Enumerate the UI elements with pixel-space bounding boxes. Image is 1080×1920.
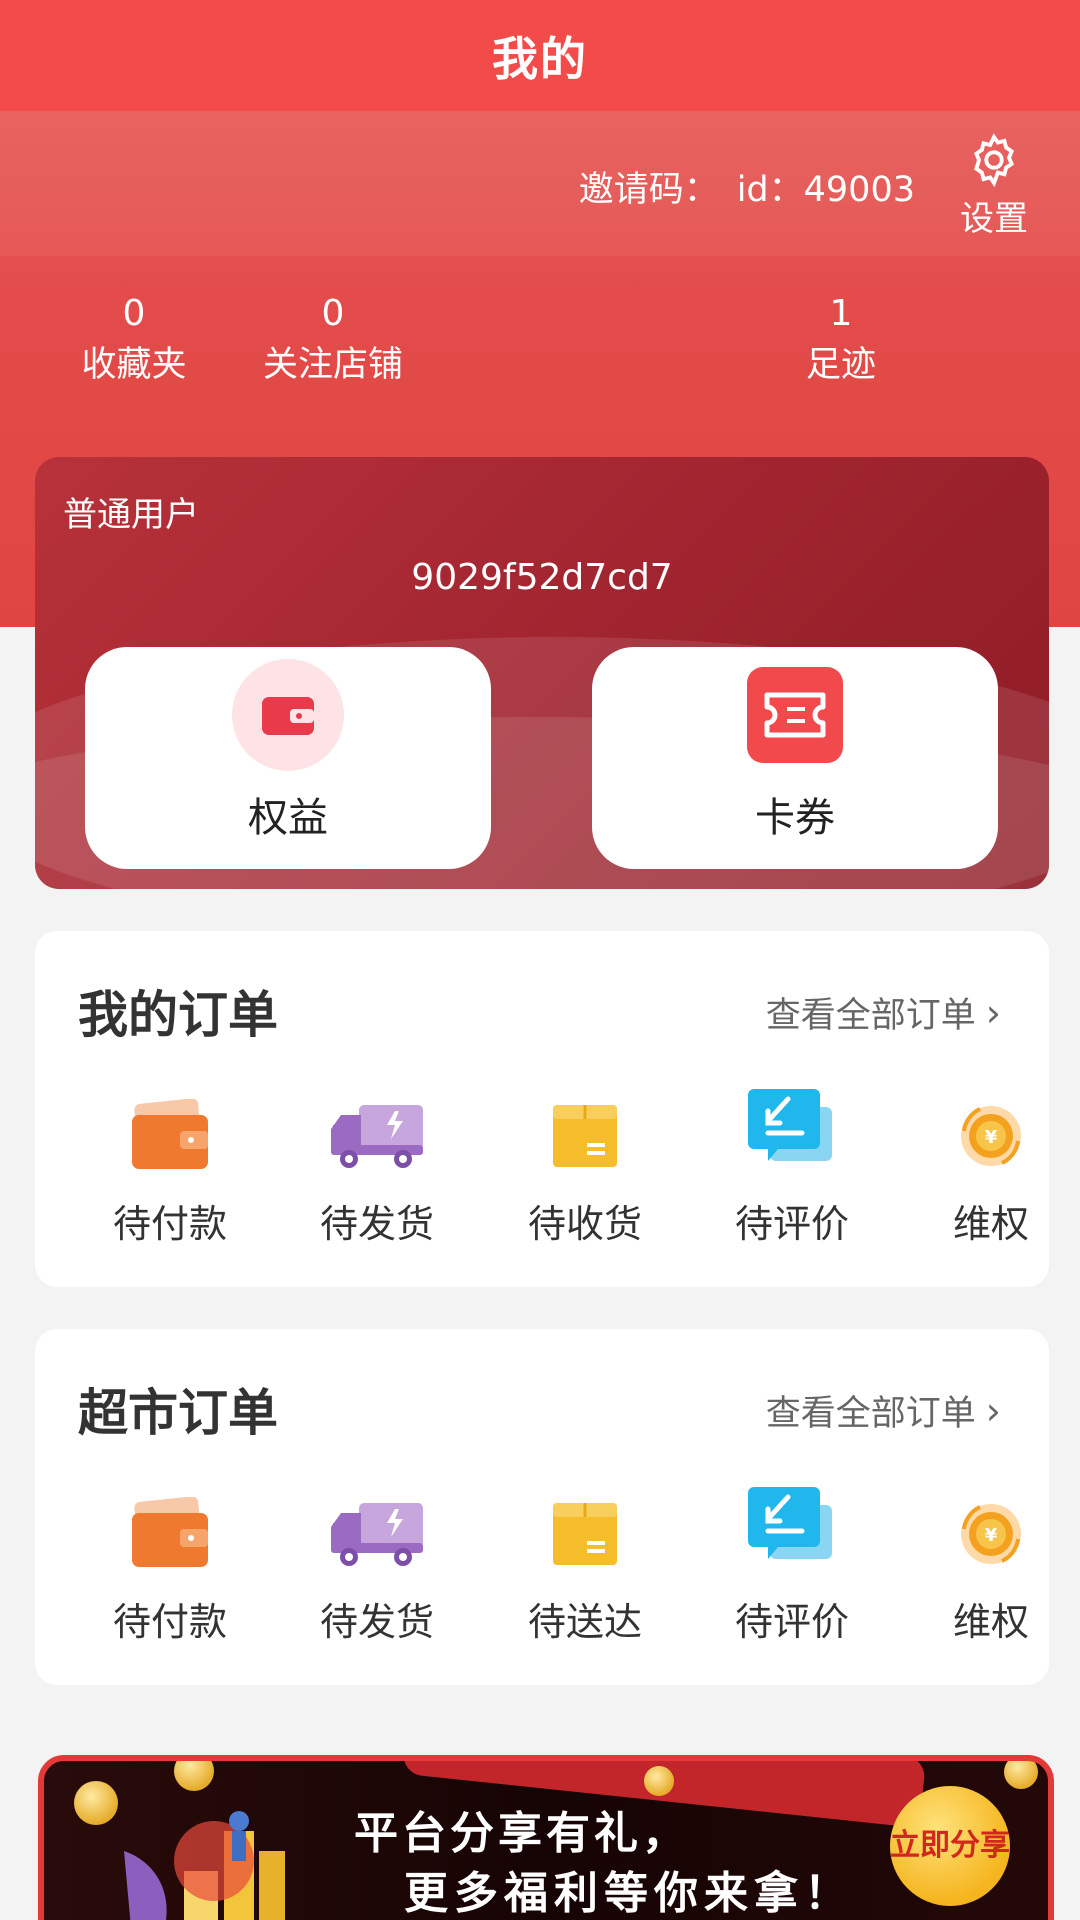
invite-code[interactable]: 邀请码： id：49003 xyxy=(579,161,915,212)
coupons-button[interactable]: 卡券 xyxy=(592,647,998,869)
market-order-pending-shipment[interactable]: 待发货 xyxy=(297,1479,457,1646)
market-order-pending-delivery[interactable]: 待送达 xyxy=(505,1479,665,1646)
order-status-label: 维权 xyxy=(952,1202,1029,1246)
stat-favorites[interactable]: 0 收藏夹 xyxy=(49,291,219,393)
view-all-label: 查看全部订单 xyxy=(765,1394,976,1434)
market-orders-panel: 超市订单 查看全部订单 › 待付款 待发货 待送达 待评价 ¥ 维权 xyxy=(35,1329,1049,1685)
top-bar: 我的 xyxy=(0,0,1080,111)
market-order-pending-review[interactable]: 待评价 xyxy=(712,1479,872,1646)
view-all-orders-link[interactable]: 查看全部订单 › xyxy=(766,987,1001,1038)
settings-label: 设置 xyxy=(960,199,1028,239)
settings-button[interactable]: 设置 xyxy=(954,131,1034,240)
stat-value: 0 xyxy=(122,293,146,334)
profile-strip xyxy=(0,111,1080,256)
order-pending-payment[interactable]: 待付款 xyxy=(90,1081,250,1248)
svg-text:¥: ¥ xyxy=(985,1127,998,1148)
wallet-icon xyxy=(120,1479,220,1569)
order-status-label: 待评价 xyxy=(734,1600,849,1644)
order-status-label: 待付款 xyxy=(112,1600,227,1644)
stat-value: 0 xyxy=(321,293,345,334)
stat-label: 关注店铺 xyxy=(262,345,403,385)
order-status-label: 待送达 xyxy=(527,1600,642,1644)
chevron-right-icon: › xyxy=(985,990,1001,1035)
benefits-label: 权益 xyxy=(248,795,328,841)
share-promo-banner[interactable]: 平台分享有礼， 更多福利等你来拿！ 立即分享 xyxy=(38,1755,1054,1920)
page-title: 我的 xyxy=(492,31,588,86)
wallet-icon xyxy=(232,659,344,771)
member-code: 9029f52d7cd7 xyxy=(411,557,673,598)
comment-icon xyxy=(742,1081,842,1171)
coupons-label: 卡券 xyxy=(755,795,835,841)
invite-value: id：49003 xyxy=(736,170,915,210)
order-pending-review[interactable]: 待评价 xyxy=(712,1081,872,1248)
stat-followed-shops[interactable]: 0 关注店铺 xyxy=(248,291,418,393)
member-card: 普通用户 9029f52d7cd7 权益 卡券 xyxy=(35,457,1049,889)
coupon-icon xyxy=(739,659,851,771)
benefits-button[interactable]: 权益 xyxy=(85,647,491,869)
box-icon xyxy=(535,1081,635,1171)
truck-icon xyxy=(327,1479,427,1569)
banner-line-2: 更多福利等你来拿！ xyxy=(404,1868,854,1919)
coin-decoration xyxy=(1004,1761,1038,1789)
order-pending-receipt[interactable]: 待收货 xyxy=(505,1081,665,1248)
stat-label: 足迹 xyxy=(805,345,876,385)
market-orders-title: 超市订单 xyxy=(78,1384,278,1442)
order-status-label: 待付款 xyxy=(112,1202,227,1246)
order-status-label: 待收货 xyxy=(527,1202,642,1246)
chevron-right-icon: › xyxy=(985,1388,1001,1433)
view-all-label: 查看全部订单 xyxy=(765,996,976,1036)
my-orders-title: 我的订单 xyxy=(78,986,278,1044)
svg-text:¥: ¥ xyxy=(985,1525,998,1546)
banner-line-1: 平台分享有礼， xyxy=(354,1808,690,1859)
stat-value: 1 xyxy=(829,293,853,334)
wallet-icon xyxy=(120,1081,220,1171)
stat-footprints[interactable]: 1 足迹 xyxy=(756,291,926,393)
member-level: 普通用户 xyxy=(63,495,199,535)
coin-decoration xyxy=(644,1766,674,1796)
comment-icon xyxy=(742,1479,842,1569)
order-pending-shipment[interactable]: 待发货 xyxy=(297,1081,457,1248)
order-status-label: 待发货 xyxy=(319,1202,434,1246)
market-order-pending-payment[interactable]: 待付款 xyxy=(90,1479,250,1646)
stat-label: 收藏夹 xyxy=(81,345,187,385)
order-status-label: 待评价 xyxy=(734,1202,849,1246)
my-orders-panel: 我的订单 查看全部订单 › 待付款 待发货 待收货 待评价 ¥ 维权 xyxy=(35,931,1049,1287)
order-status-label: 维权 xyxy=(952,1600,1029,1644)
order-after-sales[interactable]: ¥ 维权 xyxy=(911,1081,1071,1248)
market-order-status-row: 待付款 待发货 待送达 待评价 ¥ 维权 xyxy=(35,1479,1049,1659)
yuan-coin-icon: ¥ xyxy=(941,1081,1041,1171)
stats-row: 0 收藏夹 0 关注店铺 1 足迹 xyxy=(0,291,1080,411)
order-status-label: 待发货 xyxy=(319,1600,434,1644)
people-illustration xyxy=(124,1811,285,1920)
box-icon xyxy=(535,1479,635,1569)
gear-icon xyxy=(973,133,1015,188)
truck-icon xyxy=(327,1081,427,1171)
market-order-after-sales[interactable]: ¥ 维权 xyxy=(911,1479,1071,1646)
order-status-row: 待付款 待发货 待收货 待评价 ¥ 维权 xyxy=(35,1081,1049,1261)
invite-label: 邀请码： xyxy=(578,170,719,210)
view-all-market-orders-link[interactable]: 查看全部订单 › xyxy=(766,1385,1001,1436)
share-now-button[interactable]: 立即分享 xyxy=(890,1786,1010,1906)
coin-decoration xyxy=(174,1761,214,1791)
yuan-coin-icon: ¥ xyxy=(941,1479,1041,1569)
